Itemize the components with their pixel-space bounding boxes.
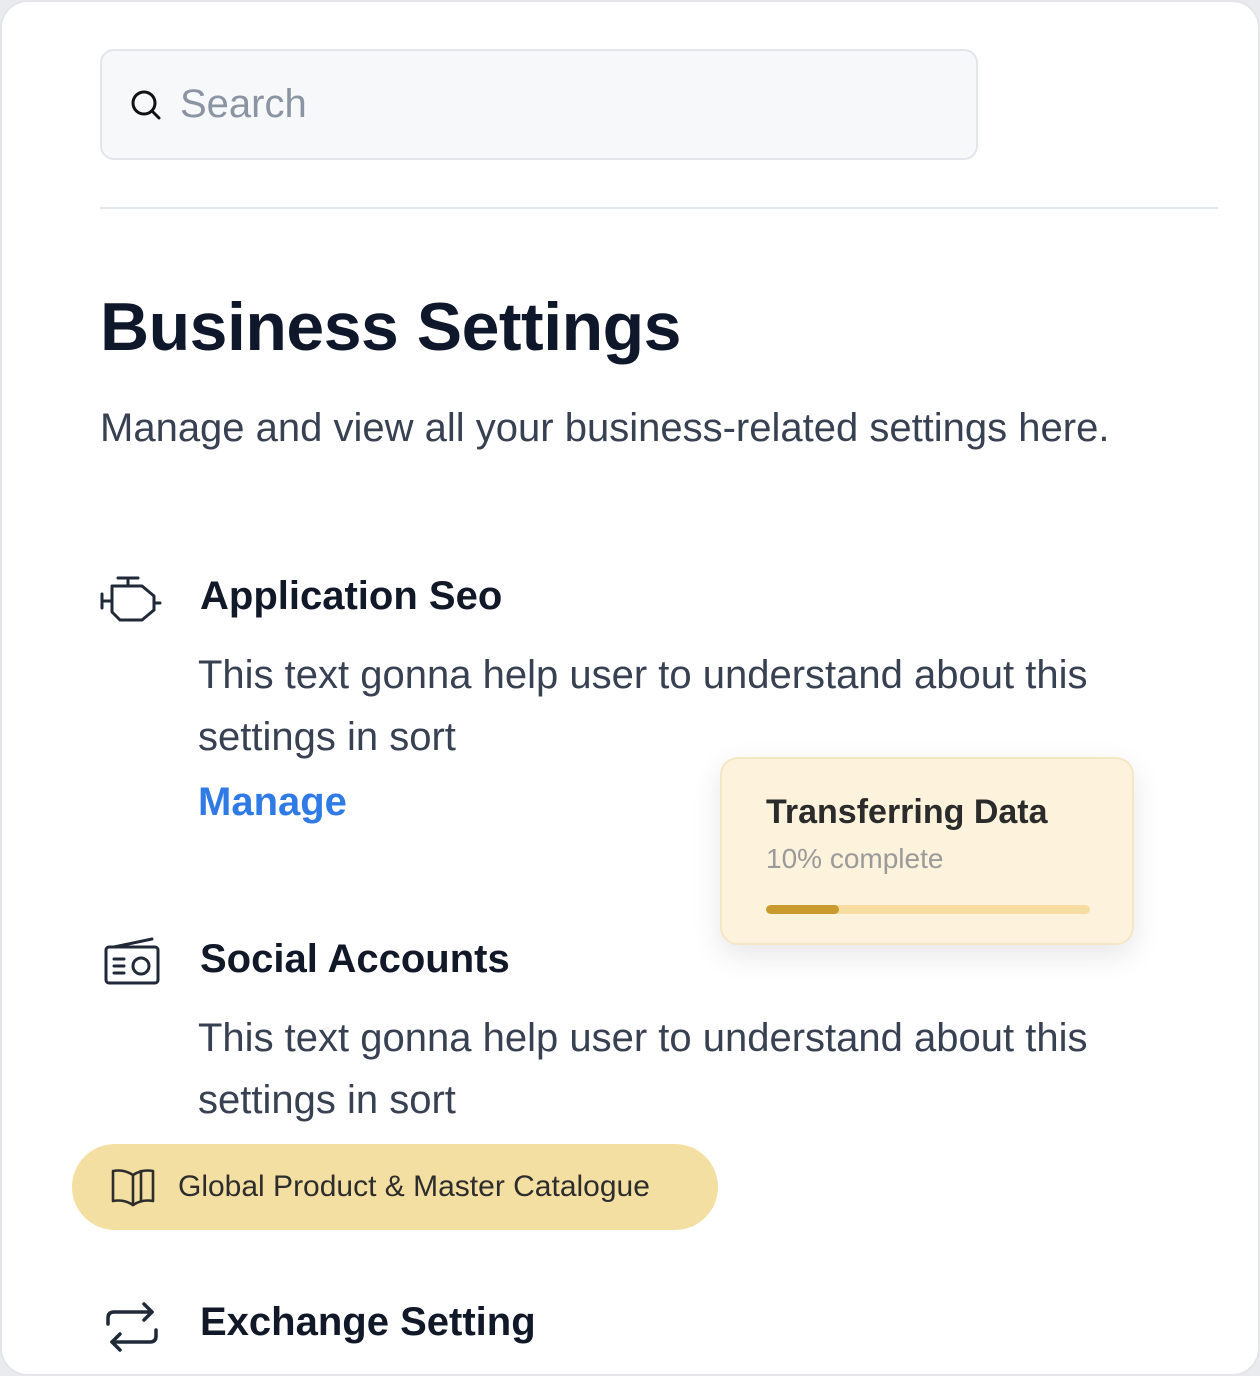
page-title: Business Settings <box>100 289 682 365</box>
setting-description: This text gonna help user to understand … <box>198 1016 1088 1122</box>
catalogue-pill-button[interactable]: Global Product & Master Catalogue <box>72 1144 718 1230</box>
toast-status: 10% complete <box>766 843 944 874</box>
progress-track <box>766 905 1090 914</box>
progress-fill <box>766 905 839 914</box>
engine-icon <box>100 574 164 630</box>
catalogue-label: Global Product & Master Catalogue <box>178 1170 650 1203</box>
setting-title: Exchange Setting <box>200 1300 536 1344</box>
setting-description: This text gonna help user to understand … <box>198 653 1088 759</box>
search-icon <box>128 87 164 123</box>
search-box[interactable] <box>100 49 978 160</box>
setting-title: Social Accounts <box>200 937 510 981</box>
toast-title: Transferring Data <box>766 793 1048 831</box>
book-open-icon <box>110 1167 156 1207</box>
radio-icon <box>100 937 164 993</box>
exchange-icon <box>100 1300 164 1356</box>
manage-link[interactable]: Manage <box>198 780 347 825</box>
setting-title: Application Seo <box>200 574 503 618</box>
divider <box>100 207 1218 209</box>
page-subtitle: Manage and view all your business-relate… <box>100 406 1110 450</box>
transfer-toast: Transferring Data 10% complete <box>720 757 1134 945</box>
search-input[interactable] <box>180 82 940 127</box>
settings-panel: Business Settings Manage and view all yo… <box>0 0 1260 1376</box>
